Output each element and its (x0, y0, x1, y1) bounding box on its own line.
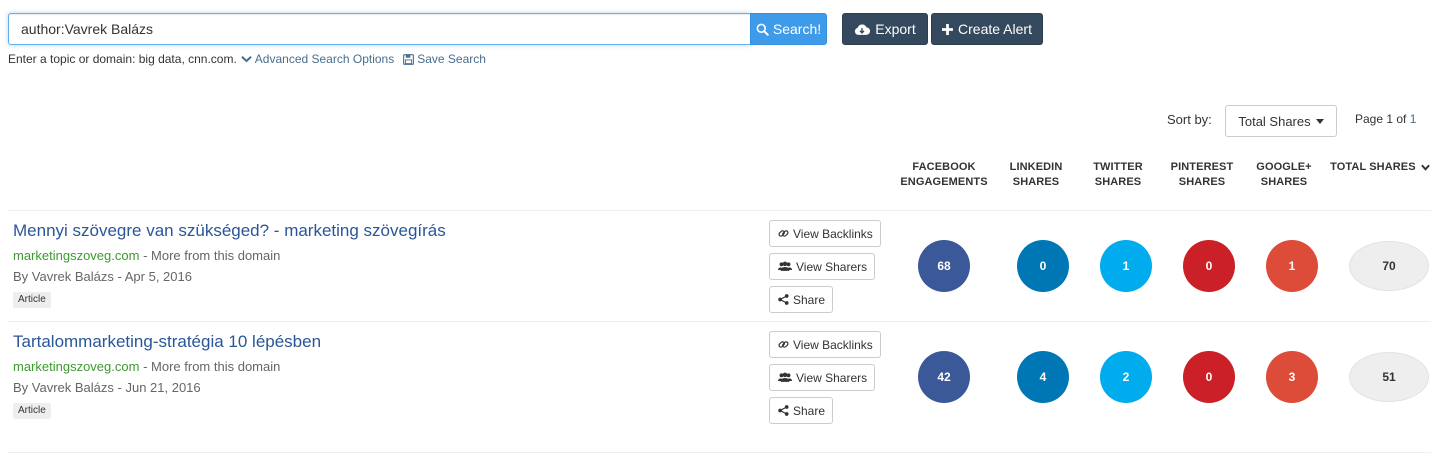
advanced-search-link[interactable]: Advanced Search Options (241, 52, 394, 66)
sort-dropdown[interactable]: Total Shares (1225, 105, 1337, 137)
link-icon (778, 339, 789, 350)
share-icon (778, 405, 789, 416)
search-input[interactable] (8, 13, 750, 45)
search-button[interactable]: Search! (750, 13, 827, 45)
pagination-total-link[interactable]: 1 (1410, 112, 1417, 126)
pinterest-shares-count: 0 (1183, 240, 1235, 292)
export-label: Export (875, 21, 916, 37)
article-row: Mennyi szövegre van szükséged? - marketi… (0, 211, 1439, 322)
share-label: Share (793, 403, 826, 418)
article-byline: By Vavrek Balázs - Apr 5, 2016 (13, 269, 192, 284)
divider (8, 452, 1431, 453)
article-domain-line: marketingszoveg.com - More from this dom… (13, 248, 280, 263)
linkedin-shares-count: 0 (1017, 240, 1069, 292)
search-hint-text: Enter a topic or domain: big data, cnn.c… (8, 52, 237, 66)
article-domain-line: marketingszoveg.com - More from this dom… (13, 359, 280, 374)
view-backlinks-label: View Backlinks (793, 226, 873, 241)
article-type-badge: Article (13, 403, 51, 419)
googleplus-shares-count: 3 (1266, 351, 1318, 403)
article-domain-link[interactable]: marketingszoveg.com (13, 359, 139, 374)
total-shares-count: 70 (1349, 241, 1429, 291)
column-header-line: FACEBOOK (912, 161, 976, 173)
chevron-down-icon (241, 55, 252, 63)
separator: - (143, 359, 152, 374)
search-icon (756, 23, 769, 36)
sort-selected-value: Total Shares (1238, 113, 1311, 129)
create-alert-label: Create Alert (958, 21, 1032, 37)
users-icon (778, 372, 792, 383)
share-button[interactable]: Share (769, 286, 834, 313)
advanced-search-label: Advanced Search Options (254, 52, 395, 66)
create-alert-button[interactable]: Create Alert (931, 13, 1043, 45)
article-domain-link[interactable]: marketingszoveg.com (13, 248, 139, 263)
column-header-line: TWITTER (1093, 161, 1143, 173)
view-sharers-label: View Sharers (796, 259, 868, 274)
more-from-domain-link[interactable]: More from this domain (151, 359, 280, 374)
column-header-twitter[interactable]: TWITTER SHARES (1070, 160, 1166, 190)
plus-icon (942, 23, 954, 35)
cloud-download-icon (854, 23, 871, 36)
search-hint-row: Enter a topic or domain: big data, cnn.c… (8, 52, 486, 66)
googleplus-shares-count: 1 (1266, 240, 1318, 292)
article-type-badge: Article (13, 292, 51, 308)
column-header-line: SHARES (1094, 176, 1142, 188)
view-backlinks-button[interactable]: View Backlinks (769, 220, 881, 247)
column-header-total-shares[interactable]: TOTAL SHARES (1325, 160, 1435, 175)
pagination-text: Page 1 of (1355, 112, 1407, 126)
sort-label: Sort by: (1167, 112, 1212, 127)
column-header-line: GOOGLE+ (1256, 161, 1312, 173)
users-icon (778, 261, 792, 272)
article-row: Tartalommarketing-stratégia 10 lépésben … (0, 322, 1439, 433)
save-search-label: Save Search (417, 52, 486, 66)
more-from-domain-link[interactable]: More from this domain (151, 248, 280, 263)
article-byline: By Vavrek Balázs - Jun 21, 2016 (13, 380, 201, 395)
view-sharers-button[interactable]: View Sharers (769, 253, 876, 280)
twitter-shares-count: 1 (1100, 240, 1152, 292)
pinterest-shares-count: 0 (1183, 351, 1235, 403)
twitter-shares-count: 2 (1100, 351, 1152, 403)
share-button[interactable]: Share (769, 397, 834, 424)
facebook-engagements-count: 68 (918, 240, 970, 292)
caret-down-icon (1315, 118, 1324, 124)
search-button-label: Search! (772, 21, 822, 37)
column-header-line: SHARES (1260, 176, 1308, 188)
column-header-googleplus[interactable]: GOOGLE+ SHARES (1236, 160, 1332, 190)
view-sharers-label: View Sharers (796, 370, 868, 385)
column-header-facebook[interactable]: FACEBOOK ENGAGEMENTS (896, 160, 992, 190)
article-title-link[interactable]: Mennyi szövegre van szükséged? - marketi… (13, 221, 446, 241)
column-header-line: ENGAGEMENTS (900, 176, 988, 188)
view-backlinks-label: View Backlinks (793, 337, 873, 352)
article-title-link[interactable]: Tartalommarketing-stratégia 10 lépésben (13, 332, 321, 352)
link-icon (778, 228, 789, 239)
view-backlinks-button[interactable]: View Backlinks (769, 331, 881, 358)
facebook-engagements-count: 42 (918, 351, 970, 403)
save-search-link[interactable]: Save Search (403, 52, 486, 66)
pagination-label: Page 1 of 1 (1355, 112, 1416, 126)
floppy-disk-icon (403, 53, 415, 65)
share-icon (778, 294, 789, 305)
column-header-line: TOTAL SHARES (1330, 161, 1416, 173)
export-button[interactable]: Export (842, 13, 928, 45)
separator: - (143, 248, 152, 263)
share-label: Share (793, 292, 826, 307)
view-sharers-button[interactable]: View Sharers (769, 364, 876, 391)
chevron-down-icon (1421, 164, 1430, 171)
linkedin-shares-count: 4 (1017, 351, 1069, 403)
total-shares-count: 51 (1349, 352, 1429, 402)
